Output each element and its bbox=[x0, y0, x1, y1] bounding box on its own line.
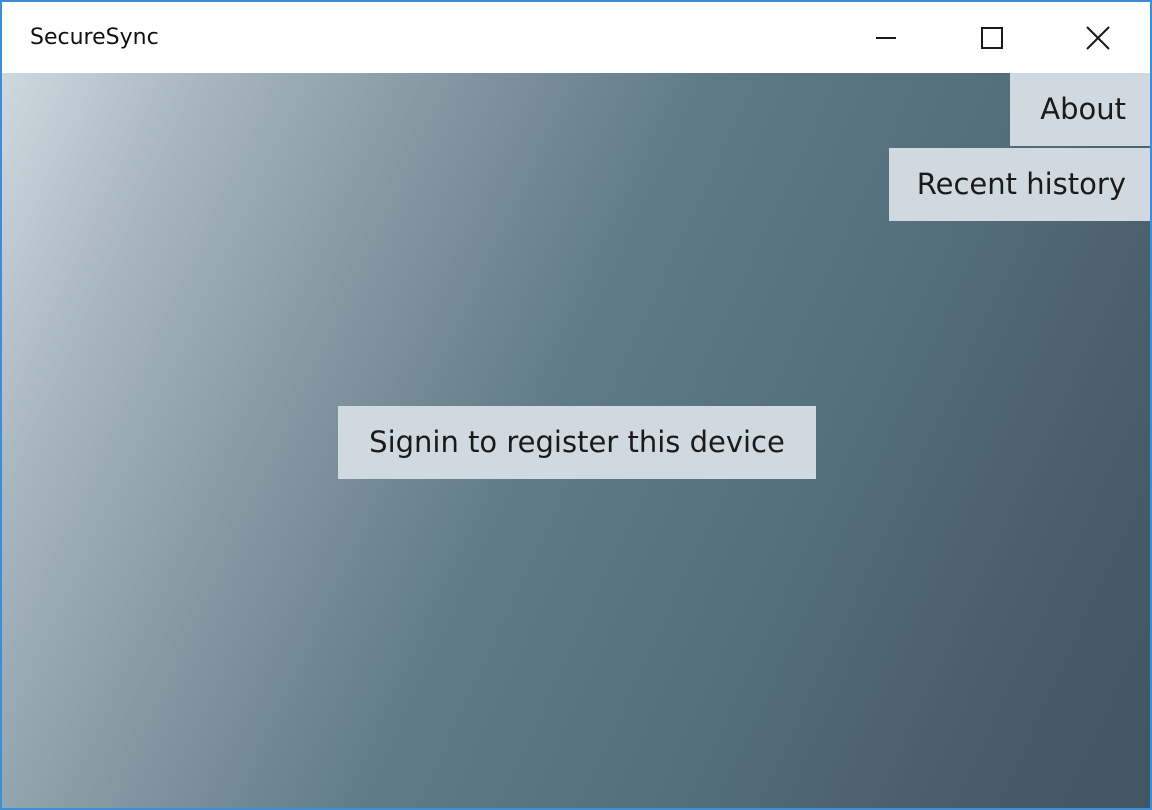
about-button[interactable]: About bbox=[1010, 73, 1150, 146]
app-window: SecureSync About Recent history Signin t… bbox=[0, 0, 1152, 810]
signin-register-button[interactable]: Signin to register this device bbox=[338, 406, 816, 479]
maximize-button[interactable] bbox=[940, 2, 1044, 73]
main-content: About Recent history Signin to register … bbox=[2, 73, 1150, 808]
minimize-icon bbox=[876, 36, 896, 39]
app-title: SecureSync bbox=[30, 25, 159, 50]
close-button[interactable] bbox=[1046, 2, 1150, 73]
close-icon bbox=[1086, 25, 1110, 50]
recent-history-button[interactable]: Recent history bbox=[889, 148, 1150, 221]
title-bar[interactable]: SecureSync bbox=[2, 2, 1150, 73]
minimize-button[interactable] bbox=[834, 2, 938, 73]
maximize-icon bbox=[981, 26, 1003, 49]
